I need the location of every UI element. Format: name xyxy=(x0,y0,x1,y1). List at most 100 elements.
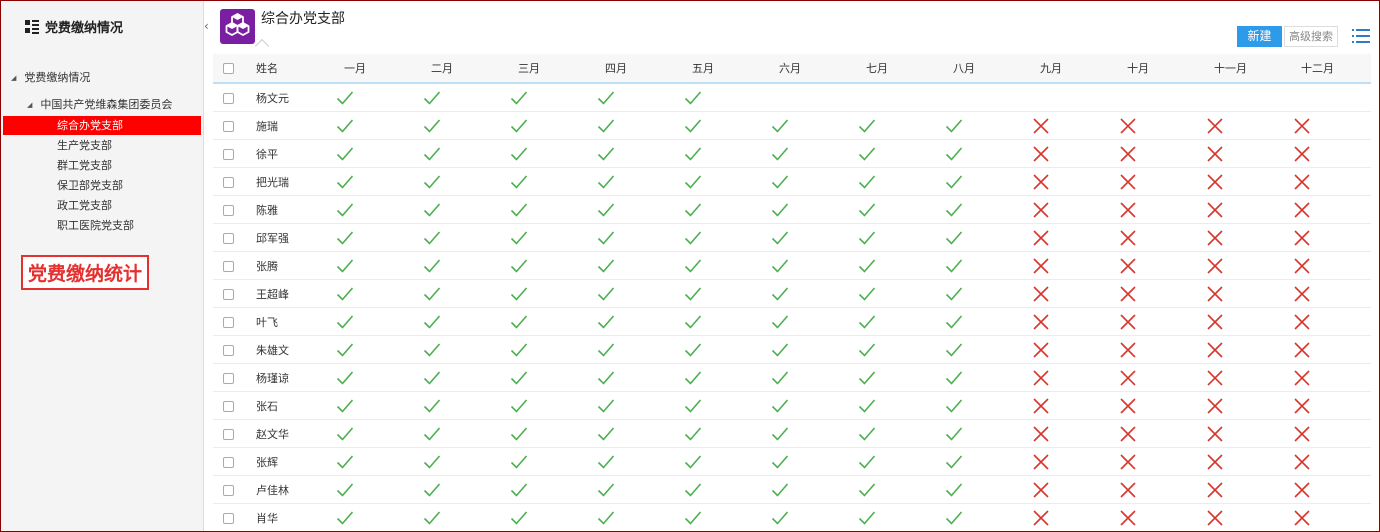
check-icon xyxy=(945,279,1040,308)
check-icon xyxy=(423,251,518,280)
row-checkbox[interactable] xyxy=(223,456,234,468)
cross-icon xyxy=(1120,195,1214,224)
check-icon xyxy=(684,111,779,140)
advanced-search-button[interactable]: 高级搜索 xyxy=(1284,26,1338,47)
sidebar-item-branch[interactable]: 保卫部党支部 xyxy=(3,176,201,195)
table-row[interactable]: 施瑞 xyxy=(213,111,1371,140)
check-icon xyxy=(423,195,518,224)
check-icon xyxy=(945,251,1040,280)
check-icon xyxy=(771,111,866,140)
check-icon xyxy=(510,363,605,392)
cross-icon xyxy=(1120,475,1214,504)
sidebar-item-branch[interactable]: 综合办党支部 xyxy=(3,116,201,135)
row-checkbox[interactable] xyxy=(223,400,234,412)
row-select-cell xyxy=(213,223,254,252)
check-icon xyxy=(423,83,518,112)
table-row[interactable]: 徐平 xyxy=(213,139,1371,168)
check-icon xyxy=(684,307,779,336)
check-icon xyxy=(423,475,518,504)
table-row[interactable]: 杨文元 xyxy=(213,83,1371,112)
table-row[interactable]: 陈雅 xyxy=(213,195,1371,224)
check-icon xyxy=(684,447,779,476)
table-row[interactable]: 王超峰 xyxy=(213,279,1371,308)
table-row[interactable]: 赵文华 xyxy=(213,419,1371,448)
list-view-icon[interactable] xyxy=(1352,29,1370,43)
sidebar-item-branch[interactable]: 政工党支部 xyxy=(3,196,201,215)
check-icon xyxy=(423,391,518,420)
sidebar-item-branch[interactable]: 职工医院党支部 xyxy=(3,216,201,235)
table-row[interactable]: 邱军强 xyxy=(213,223,1371,252)
column-header-month: 八月 xyxy=(953,54,1040,84)
cross-icon xyxy=(1033,447,1127,476)
row-checkbox[interactable] xyxy=(223,120,234,132)
check-icon xyxy=(684,363,779,392)
stat-label[interactable]: 党费缴纳统计 xyxy=(21,255,150,290)
cross-icon xyxy=(1294,335,1371,364)
row-checkbox[interactable] xyxy=(223,92,234,104)
check-icon xyxy=(858,391,953,420)
cross-icon xyxy=(1207,307,1301,336)
row-checkbox[interactable] xyxy=(223,512,234,524)
cross-icon xyxy=(1207,195,1301,224)
cross-icon xyxy=(1033,503,1127,531)
table-header: 姓名 一月 二月 三月 四月 五月 六月 七月 八月 九月 十月 十一月 十二月 xyxy=(213,54,1371,84)
check-icon xyxy=(945,475,1040,504)
row-select-cell xyxy=(213,279,254,308)
cross-icon xyxy=(1120,447,1214,476)
table-row[interactable]: 张石 xyxy=(213,391,1371,420)
empty-cell xyxy=(779,83,866,112)
caret-down-icon[interactable]: ◢ xyxy=(11,74,16,82)
row-checkbox[interactable] xyxy=(223,232,234,244)
check-icon xyxy=(771,279,866,308)
row-checkbox[interactable] xyxy=(223,428,234,440)
sidebar-item-branch[interactable]: 生产党支部 xyxy=(3,136,201,155)
cross-icon xyxy=(1294,363,1371,392)
member-name: 把光瑞 xyxy=(254,167,344,196)
row-checkbox[interactable] xyxy=(223,288,234,300)
tree-root[interactable]: ◢ 党费缴纳情况 xyxy=(11,69,90,85)
check-icon xyxy=(597,83,692,112)
cross-icon xyxy=(1207,363,1301,392)
row-checkbox[interactable] xyxy=(223,148,234,160)
column-header-month: 一月 xyxy=(344,54,431,84)
row-checkbox[interactable] xyxy=(223,260,234,272)
check-icon xyxy=(684,167,779,196)
list-tree-icon xyxy=(25,19,39,34)
check-icon xyxy=(510,139,605,168)
member-name: 施瑞 xyxy=(254,111,344,140)
caret-down-icon[interactable]: ◢ xyxy=(27,101,32,109)
cross-icon xyxy=(1207,419,1301,448)
table-row[interactable]: 卢佳林 xyxy=(213,475,1371,504)
cross-icon xyxy=(1207,447,1301,476)
row-checkbox[interactable] xyxy=(223,372,234,384)
row-checkbox[interactable] xyxy=(223,484,234,496)
table-row[interactable]: 把光瑞 xyxy=(213,167,1371,196)
cross-icon xyxy=(1033,111,1127,140)
check-icon xyxy=(771,139,866,168)
row-checkbox[interactable] xyxy=(223,204,234,216)
row-checkbox[interactable] xyxy=(223,176,234,188)
cross-icon xyxy=(1033,195,1127,224)
tree-org[interactable]: ◢ 中国共产党维森集团委员会 xyxy=(27,96,172,112)
row-checkbox[interactable] xyxy=(223,344,234,356)
select-all-checkbox[interactable] xyxy=(223,63,234,74)
table-row[interactable]: 叶飞 xyxy=(213,307,1371,336)
check-icon xyxy=(684,475,779,504)
check-icon xyxy=(684,279,779,308)
check-icon xyxy=(336,307,431,336)
row-checkbox[interactable] xyxy=(223,316,234,328)
table-row[interactable]: 杨瑾谅 xyxy=(213,363,1371,392)
cross-icon xyxy=(1120,363,1214,392)
table-row[interactable]: 张辉 xyxy=(213,447,1371,476)
cross-icon xyxy=(1207,223,1301,252)
column-header-month: 十一月 xyxy=(1214,54,1301,84)
check-icon xyxy=(336,83,431,112)
check-icon xyxy=(510,195,605,224)
member-name: 叶飞 xyxy=(254,307,344,336)
sidebar-item-branch[interactable]: 群工党支部 xyxy=(3,156,201,175)
chevron-left-icon[interactable]: ‹ xyxy=(204,19,209,33)
table-row[interactable]: 张腾 xyxy=(213,251,1371,280)
table-row[interactable]: 肖华 xyxy=(213,503,1371,531)
new-button[interactable]: 新建 xyxy=(1237,26,1282,47)
table-row[interactable]: 朱雄文 xyxy=(213,335,1371,364)
